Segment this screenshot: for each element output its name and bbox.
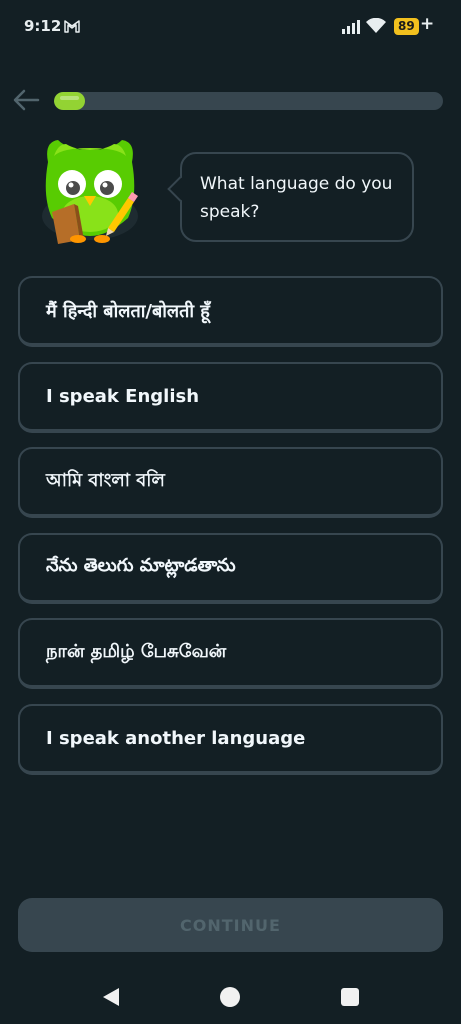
lesson-progress-bar: [54, 92, 443, 110]
option-label: நான் தமிழ் பேசுவேன்: [46, 641, 227, 662]
option-label: I speak another language: [46, 727, 306, 749]
option-label: मैं हिन्दी बोलता/बोलती हूँ: [46, 300, 210, 322]
signal-icon: [342, 20, 360, 34]
duo-owl-mascot: [42, 140, 138, 244]
prompt-text: What language do you speak?: [200, 174, 393, 222]
back-arrow-icon[interactable]: [12, 88, 40, 112]
wifi-icon: [366, 18, 386, 33]
option-english[interactable]: I speak English: [18, 361, 443, 433]
speech-bubble: What language do you speak?: [167, 152, 414, 242]
option-hindi[interactable]: मैं हिन्दी बोलता/बोलती हूँ: [18, 276, 443, 347]
battery-indicator: 89: [394, 18, 419, 35]
option-tamil[interactable]: நான் தமிழ் பேசுவேன்: [18, 618, 443, 689]
nav-recents-icon[interactable]: [341, 988, 359, 1006]
option-label: I speak English: [46, 385, 200, 407]
gmail-icon: [64, 20, 80, 33]
option-other-language[interactable]: I speak another language: [18, 703, 443, 775]
language-options-list: मैं हिन्दी बोलता/बोलती हूँ I speak Engli…: [18, 276, 443, 789]
speech-bubble-tail: [167, 176, 193, 202]
option-bengali[interactable]: আমি বাংলা বলি: [18, 447, 443, 518]
nav-back-icon[interactable]: [102, 987, 120, 1007]
nav-home-icon[interactable]: [220, 987, 240, 1007]
progress-fill: [54, 92, 86, 110]
option-telugu[interactable]: నేను తెలుగు మాట్లాడతాను: [18, 532, 443, 604]
option-label: నేను తెలుగు మాట్లాడతాను: [46, 554, 236, 576]
status-bar: 9:12 89 +: [0, 0, 461, 56]
battery-charging-icon: +: [420, 14, 435, 34]
option-label: আমি বাংলা বলি: [46, 470, 165, 491]
continue-button[interactable]: CONTINUE: [18, 898, 443, 952]
status-time: 9:12: [24, 17, 62, 35]
